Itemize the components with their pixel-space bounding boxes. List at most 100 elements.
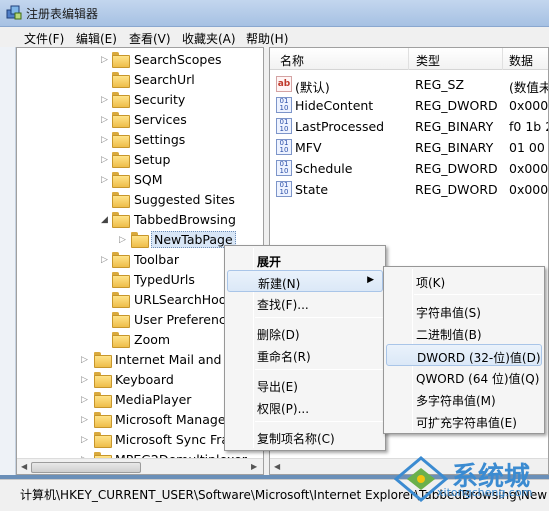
expand-arrow-icon[interactable]: ▷ — [101, 154, 111, 166]
value-type: REG_DWORD — [415, 98, 498, 113]
menu-help[interactable]: 帮助(H) — [242, 30, 292, 47]
binary-value-icon: 01 10 — [276, 97, 292, 113]
menu-separator — [255, 369, 383, 370]
expand-arrow-icon[interactable]: ▷ — [101, 114, 111, 126]
expand-arrow-icon[interactable] — [101, 194, 111, 206]
scroll-left-icon[interactable]: ◀ — [21, 462, 27, 471]
submenu-item-dword-value[interactable]: DWORD (32-位)值(D) — [386, 344, 542, 366]
scroll-left-icon[interactable]: ◀ — [274, 462, 280, 471]
folder-icon — [94, 432, 112, 448]
list-row[interactable]: 0110 HideContent REG_DWORD 0x0000 — [270, 95, 548, 116]
value-name: LastProcessed — [295, 119, 385, 134]
expand-arrow-icon[interactable] — [101, 74, 111, 86]
tree-item-searchurl[interactable]: SearchUrl — [17, 70, 263, 90]
menu-favorites[interactable]: 收藏夹(A) — [178, 30, 240, 47]
binary-value-icon: 01 10 — [276, 160, 292, 176]
list-row[interactable]: ab (默认) REG_SZ (数值未 — [270, 74, 549, 95]
tree-item-label: MediaPlayer — [115, 392, 192, 407]
expand-arrow-icon[interactable] — [101, 334, 111, 346]
column-data[interactable]: 数据 — [509, 52, 533, 69]
tree-item-label: TabbedBrowsing — [134, 212, 236, 227]
submenu-item-key[interactable]: 项(K) — [386, 270, 542, 292]
watermark-url: xitongcheng.com — [437, 486, 533, 499]
folder-icon — [112, 292, 130, 308]
menu-view[interactable]: 查看(V) — [125, 30, 175, 47]
tree-horizontal-scrollbar[interactable]: ◀ ▶ — [17, 458, 263, 474]
expand-arrow-icon[interactable]: ▷ — [101, 254, 111, 266]
menu-file[interactable]: 文件(F) — [20, 30, 68, 47]
submenu-item-string-value[interactable]: 字符串值(S) — [386, 300, 542, 322]
scroll-thumb[interactable] — [31, 462, 141, 473]
expand-arrow-icon[interactable]: ▷ — [81, 434, 91, 446]
submenu-item-expandable-string-value[interactable]: 可扩充字符串值(E) — [386, 410, 542, 432]
expand-arrow-icon[interactable]: ▷ — [101, 174, 111, 186]
value-data: (数值未 — [509, 80, 549, 95]
expand-arrow-icon[interactable]: ▷ — [101, 54, 111, 66]
tree-item-tabbedbrowsing[interactable]: ◢ TabbedBrowsing — [17, 210, 263, 230]
list-header: 名称 类型 数据 — [270, 48, 548, 70]
tree-item-label: Security — [134, 92, 186, 107]
window-title: 注册表编辑器 — [26, 7, 99, 21]
tree-item-label: Internet Mail and N — [115, 352, 235, 367]
tree-item-label: NewTabPage — [151, 231, 236, 248]
expand-arrow-icon[interactable]: ▷ — [101, 94, 111, 106]
tree-item-setup[interactable]: ▷ Setup — [17, 150, 263, 170]
column-divider[interactable] — [502, 48, 503, 70]
folder-icon — [94, 392, 112, 408]
value-name: HideContent — [295, 98, 374, 113]
expand-arrow-icon[interactable]: ▷ — [101, 134, 111, 146]
folder-icon — [112, 52, 130, 68]
submenu-item-binary-value[interactable]: 二进制值(B) — [386, 322, 542, 344]
expand-arrow-icon[interactable]: ▷ — [81, 354, 91, 366]
scroll-right-icon[interactable]: ▶ — [251, 462, 257, 471]
menu-item-find[interactable]: 查找(F)... — [227, 292, 383, 314]
list-row[interactable]: 0110 State REG_DWORD 0x0000 — [270, 179, 548, 200]
menu-item-expand[interactable]: 展开 — [227, 249, 383, 271]
expand-arrow-icon[interactable]: ▷ — [81, 414, 91, 426]
folder-icon — [112, 112, 130, 128]
value-type: REG_BINARY — [415, 119, 494, 134]
expand-arrow-icon[interactable] — [101, 314, 111, 326]
expand-arrow-icon[interactable]: ▷ — [119, 234, 129, 246]
expand-arrow-icon[interactable] — [101, 274, 111, 286]
tree-item-services[interactable]: ▷ Services — [17, 110, 263, 130]
tree-item-sqm[interactable]: ▷ SQM — [17, 170, 263, 190]
submenu-item-qword-value[interactable]: QWORD (64 位)值(Q) — [386, 366, 542, 388]
folder-icon — [131, 232, 149, 248]
folder-icon — [94, 372, 112, 388]
folder-icon — [112, 332, 130, 348]
menu-bar: 文件(F) 编辑(E) 查看(V) 收藏夹(A) 帮助(H) — [0, 27, 549, 47]
folder-icon — [94, 412, 112, 428]
tree-item-label: Microsoft Manage — [115, 412, 226, 427]
list-row[interactable]: 01 10 LastProcessed REG_BINARY f0 1b 2 — [270, 116, 548, 137]
folder-icon — [112, 72, 130, 88]
submenu-item-multi-string-value[interactable]: 多字符串值(M) — [386, 388, 542, 410]
column-divider[interactable] — [408, 48, 409, 70]
menu-item-export[interactable]: 导出(E) — [227, 374, 383, 396]
column-name[interactable]: 名称 — [280, 52, 304, 69]
value-data: 01 00 0 — [509, 140, 548, 155]
expand-arrow-icon[interactable]: ▷ — [81, 394, 91, 406]
column-type[interactable]: 类型 — [416, 52, 440, 69]
collapse-arrow-icon[interactable]: ◢ — [101, 214, 111, 226]
menu-item-rename[interactable]: 重命名(R) — [227, 344, 383, 366]
folder-icon — [112, 172, 130, 188]
list-row[interactable]: 0110 MFV REG_BINARY 01 00 0 — [270, 137, 548, 158]
menu-item-copy-key-name[interactable]: 复制项名称(C) — [227, 426, 383, 448]
list-row[interactable]: 0110 Schedule REG_DWORD 0x0000 — [270, 158, 548, 179]
tree-item-security[interactable]: ▷ Security — [17, 90, 263, 110]
tree-item-settings[interactable]: ▷ Settings — [17, 130, 263, 150]
tree-item-suggested-sites[interactable]: Suggested Sites — [17, 190, 263, 210]
menu-item-delete[interactable]: 删除(D) — [227, 322, 383, 344]
folder-icon — [112, 152, 130, 168]
expand-arrow-icon[interactable]: ▷ — [81, 374, 91, 386]
menu-item-permissions[interactable]: 权限(P)... — [227, 396, 383, 418]
folder-icon — [112, 252, 130, 268]
menu-separator — [255, 421, 383, 422]
tree-item-label: Suggested Sites — [134, 192, 235, 207]
expand-arrow-icon[interactable] — [101, 294, 111, 306]
menu-item-new[interactable]: 新建(N) ▶ — [227, 270, 383, 292]
menu-edit[interactable]: 编辑(E) — [72, 30, 121, 47]
tree-item-searchscopes[interactable]: ▷ SearchScopes — [17, 50, 263, 70]
tree-item-label: Setup — [134, 152, 171, 167]
